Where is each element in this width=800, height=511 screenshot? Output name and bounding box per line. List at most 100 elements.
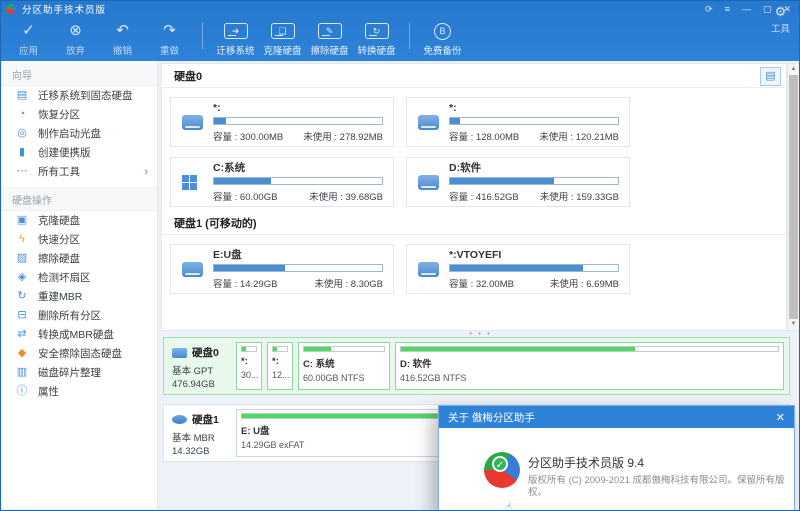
partition-card[interactable]: *:容量 : 300.00MB未使用 : 278.92MB xyxy=(170,97,394,147)
toolbar-button-label: 擦除硬盘 xyxy=(310,43,348,57)
capacity-text: 容量 : 60.00GB xyxy=(213,189,277,203)
sidebar-item-disk-defrag[interactable]: ▥磁盘碎片整理 xyxy=(2,363,157,382)
unused-text: 未使用 : 159.33GB xyxy=(540,189,619,203)
capacity-text: 容量 : 300.00MB xyxy=(213,129,283,143)
drive-icon xyxy=(418,115,439,130)
about-dialog-title: 关于 傲梅分区助手 xyxy=(448,410,535,425)
sidebar-item-label: 擦除硬盘 xyxy=(38,251,80,266)
minimize-icon[interactable]: — xyxy=(742,5,751,14)
view-toggle-button[interactable]: ▤ xyxy=(760,67,781,86)
disk-overview-panel: ▤ 硬盘0*:容量 : 300.00MB未使用 : 278.92MB*:容量 :… xyxy=(161,63,787,331)
partition-card[interactable]: *:容量 : 128.00MB未使用 : 120.21MB xyxy=(406,97,630,147)
sidebar-item-recover-partition[interactable]: ◔恢复分区 xyxy=(2,105,157,124)
properties-icon: ⓘ xyxy=(15,386,29,397)
about-dialog-titlebar[interactable]: 关于 傲梅分区助手 ✕ xyxy=(439,406,794,428)
partition-cards: *:容量 : 300.00MB未使用 : 278.92MB*:容量 : 128.… xyxy=(162,88,786,211)
toolbar-separator xyxy=(202,22,203,49)
disk-map-block[interactable]: D: 软件416.52GB NTFS xyxy=(395,342,784,390)
clone-disk-button[interactable]: ❏克隆硬盘 xyxy=(259,21,306,57)
refresh-icon[interactable]: ⟳ xyxy=(705,5,713,14)
undo-button[interactable]: ↶撤销 xyxy=(99,21,146,57)
migrate-system-button[interactable]: ➜迁移系统 xyxy=(212,21,259,57)
disk-name: 硬盘1 xyxy=(192,412,219,427)
secure-erase-ssd-icon: ◆ xyxy=(15,348,29,359)
apply-icon: ✓ xyxy=(22,21,35,41)
usage-bar xyxy=(449,177,619,185)
sidebar-item-label: 磁盘碎片整理 xyxy=(38,365,101,380)
scroll-down-icon[interactable]: ▼ xyxy=(788,319,799,330)
sidebar-item-secure-erase-ssd[interactable]: ◆安全擦除固态硬盘 xyxy=(2,344,157,363)
partition-name: *: xyxy=(272,356,288,367)
vertical-scrollbar[interactable]: ▲ ▼ xyxy=(787,63,800,331)
partition-card[interactable]: C:系统容量 : 60.00GB未使用 : 39.68GB xyxy=(170,157,394,207)
unused-text: 未使用 : 6.69MB xyxy=(550,276,619,290)
app-header: 分区助手技术员版 ⟳≡—▢✕ ✓应用⊗放弃↶撤销↷重做➜迁移系统❏克隆硬盘✎擦除… xyxy=(1,1,799,61)
redo-button[interactable]: ↷重做 xyxy=(146,21,193,57)
disk-map-block[interactable]: C: 系统60.00GB NTFS xyxy=(298,342,390,390)
partition-size: 60.00GB NTFS xyxy=(303,373,385,383)
app-title: 分区助手技术员版 xyxy=(22,2,106,16)
sidebar-item-rebuild-mbr[interactable]: ↻重建MBR xyxy=(2,287,157,306)
usage-bar xyxy=(303,346,385,352)
discard-button[interactable]: ⊗放弃 xyxy=(52,21,99,57)
partition-size: 12... xyxy=(272,370,288,380)
sidebar-item-create-portable[interactable]: ▮创建便携版 xyxy=(2,143,157,162)
sidebar-item-all-tools[interactable]: ⋯所有工具› xyxy=(2,162,157,181)
sidebar-item-label: 迁移系统到固态硬盘 xyxy=(38,88,133,103)
tools-label: 工具 xyxy=(771,21,790,35)
sidebar-item-label: 重建MBR xyxy=(38,289,82,304)
drive-icon xyxy=(418,262,439,277)
partition-cards: E:U盘容量 : 14.29GB未使用 : 8.30GB*:VTOYEFI容量 … xyxy=(162,235,786,298)
disk-map-block[interactable]: *:30... xyxy=(236,342,262,390)
partition-name: *: xyxy=(213,102,383,114)
partition-card[interactable]: E:U盘容量 : 14.29GB未使用 : 8.30GB xyxy=(170,244,394,294)
sidebar-item-quick-partition[interactable]: ϟ快速分区 xyxy=(2,230,157,249)
close-icon[interactable]: ✕ xyxy=(776,411,785,424)
disk-label[interactable]: 硬盘1基本 MBR14.32GB xyxy=(164,405,236,461)
unused-text: 未使用 : 39.68GB xyxy=(309,189,383,203)
menu-icon[interactable]: ≡ xyxy=(725,5,730,14)
sidebar-item-make-bootable-cd[interactable]: ◎制作启动光盘 xyxy=(2,124,157,143)
usage-bar xyxy=(449,264,619,272)
wrench-icon: ⚙ xyxy=(775,4,787,19)
make-bootable-cd-icon: ◎ xyxy=(15,128,29,139)
disk-label[interactable]: 硬盘0基本 GPT476.94GB xyxy=(164,338,236,394)
usage-bar xyxy=(272,346,288,352)
apply-button[interactable]: ✓应用 xyxy=(5,21,52,57)
about-dialog: 关于 傲梅分区助手 ✕ ✓ 分区助手技术员版 9.4 版权所有 (C) 2009… xyxy=(438,405,795,511)
scrollbar-thumb[interactable] xyxy=(789,75,798,319)
convert-disk-icon: ↻ xyxy=(365,21,389,41)
capacity-text: 容量 : 14.29GB xyxy=(213,276,277,290)
check-badge-icon: ✓ xyxy=(492,456,508,472)
tools-button[interactable]: ⚙ 工具 xyxy=(771,4,790,35)
clone-disk-icon: ▣ xyxy=(15,215,29,226)
sidebar-section-header: 硬盘操作 xyxy=(2,187,157,211)
partition-name: *:VTOYEFI xyxy=(449,249,619,261)
disk-size: 476.94GB xyxy=(172,379,236,390)
usb-icon xyxy=(172,415,187,424)
disk-map-block[interactable]: *: 12... xyxy=(267,342,293,390)
free-backup-icon: B xyxy=(434,21,451,41)
sidebar-item-erase-disk[interactable]: ▨擦除硬盘 xyxy=(2,249,157,268)
sidebar-item-migrate-os-to-ssd[interactable]: ▤迁移系统到固态硬盘 xyxy=(2,86,157,105)
partition-card[interactable]: *:VTOYEFI 容量 : 32.00MB 未使用 : 6.69MB xyxy=(406,244,630,294)
sidebar-item-label: 创建便携版 xyxy=(38,145,91,160)
toolbar: ✓应用⊗放弃↶撤销↷重做 ➜迁移系统❏克隆硬盘 ✎ 擦除硬盘 ↻转换硬盘 B免费备份 xyxy=(1,17,799,61)
sidebar-item-label: 所有工具 xyxy=(38,164,80,179)
about-dialog-body: ✓ 分区助手技术员版 9.4 版权所有 (C) 2009-2021 成都傲梅科技… xyxy=(439,428,794,511)
erase-disk-button[interactable]: ✎ 擦除硬盘 xyxy=(306,21,353,57)
sidebar-item-check-bad-sectors[interactable]: ◈检测坏扇区 xyxy=(2,268,157,287)
sidebar-item-clone-disk[interactable]: ▣克隆硬盘 xyxy=(2,211,157,230)
sidebar-item-convert-to-mbr[interactable]: ⇄转换成MBR硬盘 xyxy=(2,325,157,344)
sidebar-item-delete-all-partitions[interactable]: ⊟删除所有分区 xyxy=(2,306,157,325)
partition-card[interactable]: D:软件容量 : 416.52GB未使用 : 159.33GB xyxy=(406,157,630,207)
convert-disk-button[interactable]: ↻转换硬盘 xyxy=(353,21,400,57)
sidebar-item-properties[interactable]: ⓘ属性 xyxy=(2,382,157,401)
partition-name: E:U盘 xyxy=(213,249,383,261)
free-backup-button[interactable]: B免费备份 xyxy=(419,21,466,57)
erase-disk-icon: ✎ xyxy=(318,21,342,41)
migrate-system-icon: ➜ xyxy=(224,21,248,41)
product-name: 分区助手技术员版 9.4 xyxy=(528,454,644,471)
capacity-text: 容量 : 32.00MB xyxy=(449,276,514,290)
scroll-up-icon[interactable]: ▲ xyxy=(788,64,799,75)
